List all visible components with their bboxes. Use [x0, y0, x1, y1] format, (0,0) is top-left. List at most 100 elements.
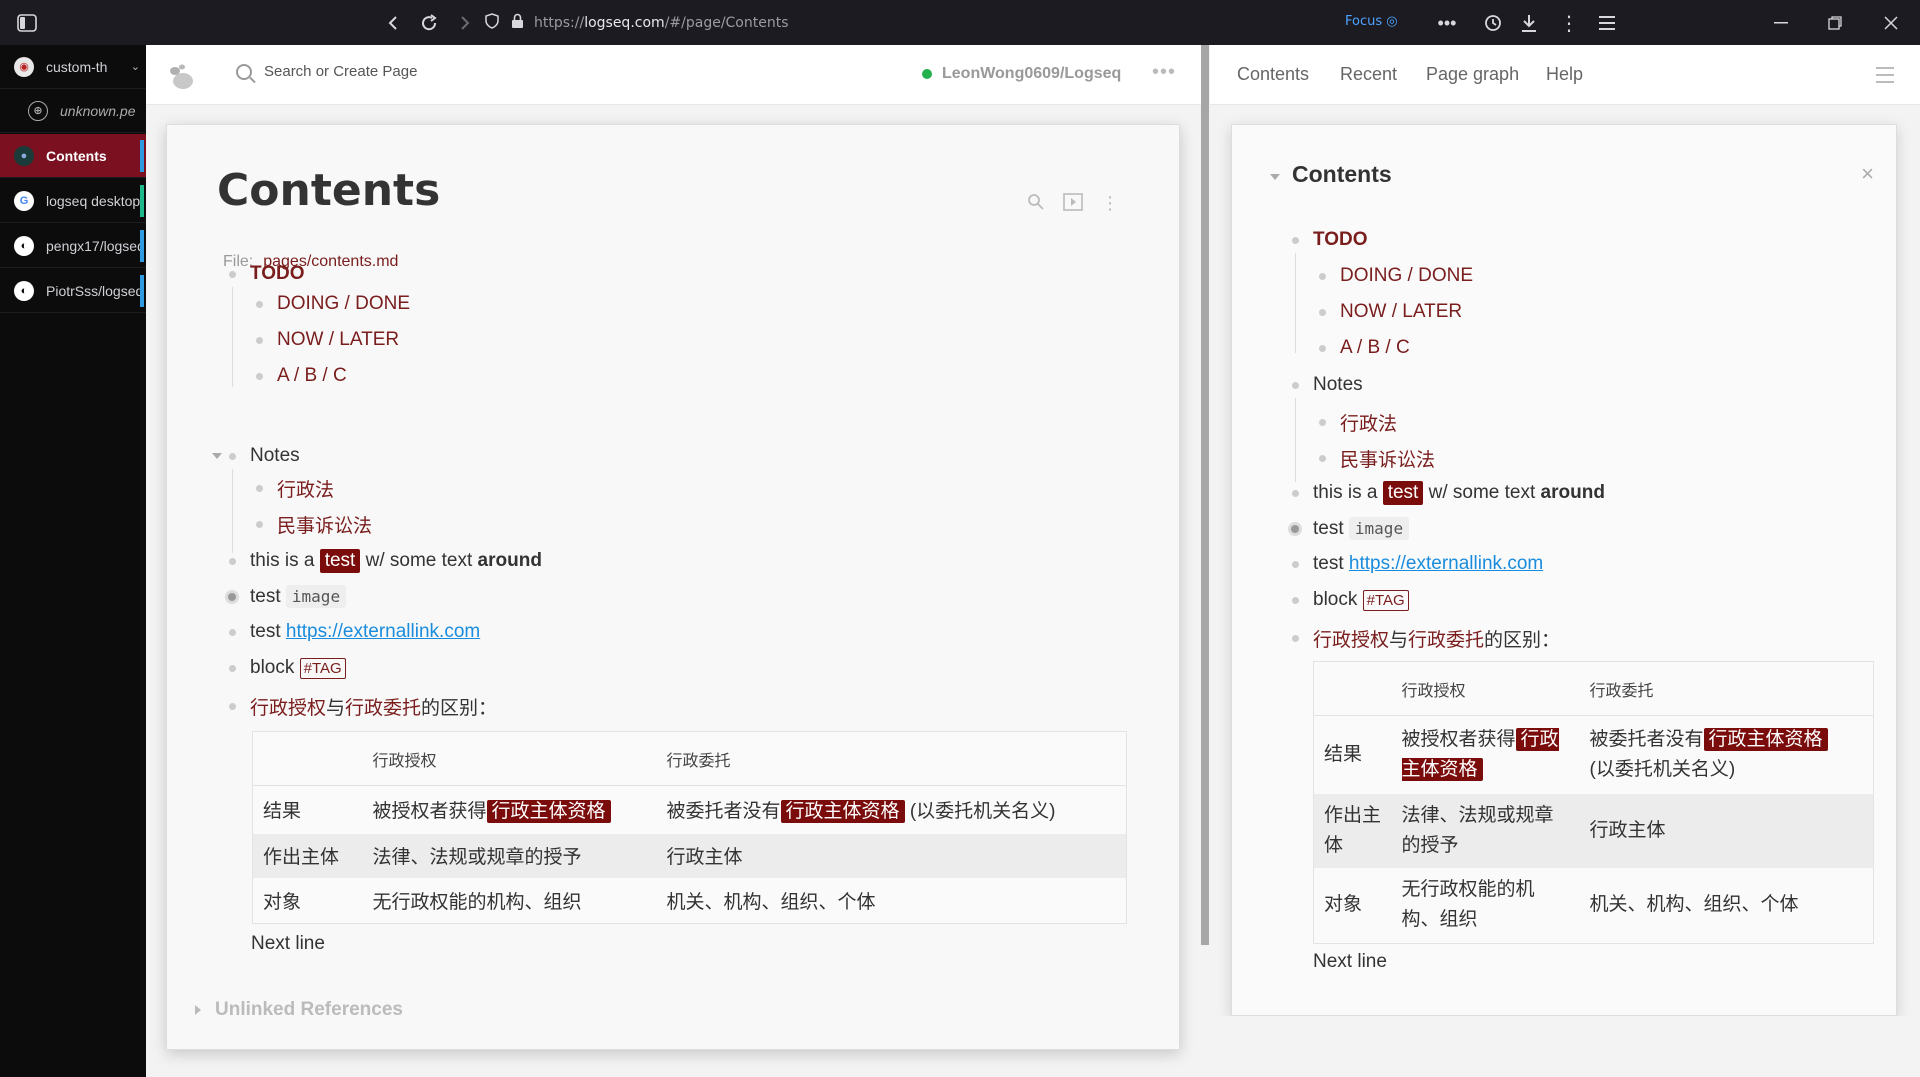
sidebar-page-title[interactable]: Contents — [1292, 161, 1392, 188]
block-now-later[interactable]: NOW / LATER — [1319, 301, 1462, 323]
block-notes[interactable]: Notes — [1292, 374, 1363, 396]
external-link[interactable]: https://externallink.com — [286, 621, 480, 643]
page-ref[interactable]: DOING / DONE — [277, 293, 410, 315]
focus-button[interactable]: Focus ◎ — [1345, 14, 1398, 29]
page-ref[interactable]: 民事诉讼法 — [277, 511, 372, 538]
page-ref[interactable]: A / B / C — [277, 365, 347, 387]
block-doing-done[interactable]: DOING / DONE — [256, 293, 410, 315]
chevron-down-icon[interactable]: ⌄ — [131, 60, 140, 73]
collapse-arrow-icon[interactable] — [212, 453, 222, 459]
bullet-icon[interactable] — [256, 485, 263, 492]
page-ref[interactable]: A / B / C — [1340, 337, 1410, 359]
bullet-icon[interactable] — [229, 452, 236, 460]
page-ref[interactable]: 行政委托 — [345, 693, 421, 720]
download-icon[interactable] — [1514, 8, 1544, 38]
bullet-icon[interactable] — [229, 270, 236, 278]
block-diff[interactable]: 行政授权与行政委托 的区别： — [229, 693, 497, 720]
block-abc[interactable]: A / B / C — [256, 365, 347, 387]
block-link[interactable]: test https://externallink.com — [1292, 553, 1543, 575]
block-notes[interactable]: Notes — [229, 445, 300, 467]
block-next-line[interactable]: Next line — [251, 933, 325, 955]
collapsed-bullet-icon[interactable] — [1288, 521, 1302, 536]
bullet-icon[interactable] — [229, 557, 236, 565]
unlinked-references-toggle[interactable]: Unlinked References — [195, 999, 403, 1021]
tab-help[interactable]: Help — [1546, 64, 1583, 85]
block-link[interactable]: test https://externallink.com — [229, 621, 480, 643]
reload-icon[interactable] — [414, 8, 444, 38]
page-ref[interactable]: 行政法 — [1340, 409, 1397, 436]
forward-icon[interactable] — [450, 8, 480, 38]
block-todo[interactable]: TODO — [1292, 229, 1368, 251]
block-tag[interactable]: block #TAG — [1292, 589, 1409, 611]
page-title[interactable]: Contents — [217, 165, 440, 216]
block-note2[interactable]: 民事诉讼法 — [1319, 445, 1435, 472]
block-image[interactable]: test image — [1288, 517, 1410, 540]
block-tag[interactable]: block #TAG — [229, 657, 346, 679]
bullet-icon[interactable] — [1319, 344, 1326, 352]
scrollbar-thumb[interactable] — [1201, 45, 1209, 945]
sidebar-menu-icon[interactable] — [1876, 67, 1894, 88]
bullet-icon[interactable] — [256, 336, 263, 344]
hamburger-menu-icon[interactable] — [1592, 8, 1622, 38]
external-link[interactable]: https://externallink.com — [1349, 553, 1543, 575]
close-icon[interactable]: × — [1861, 161, 1874, 187]
bullet-icon[interactable] — [1319, 308, 1326, 316]
minimize-icon[interactable] — [1766, 8, 1796, 38]
todo-ref[interactable]: TODO — [250, 263, 305, 285]
bullet-icon[interactable] — [1292, 596, 1299, 604]
history-icon[interactable] — [1478, 8, 1508, 38]
tab-recent[interactable]: Recent — [1340, 64, 1397, 85]
shield-icon[interactable] — [485, 13, 499, 33]
tab-logseq-desktop[interactable]: G logseq desktop — [0, 179, 146, 223]
bullet-icon[interactable] — [1292, 560, 1299, 568]
bullet-icon[interactable] — [1292, 489, 1299, 497]
search-box[interactable]: Search or Create Page — [236, 63, 417, 80]
bullet-icon[interactable] — [256, 300, 263, 308]
bullet-icon[interactable] — [1292, 381, 1299, 389]
tab-contents[interactable]: Contents — [1237, 64, 1309, 85]
back-icon[interactable] — [378, 8, 408, 38]
pane-splitter[interactable] — [1201, 45, 1210, 1077]
bullet-icon[interactable] — [1319, 419, 1326, 426]
block-now-later[interactable]: NOW / LATER — [256, 329, 399, 351]
tab-custom-theme[interactable]: ◉ custom-th ⌄ — [0, 45, 146, 89]
page-ref[interactable]: 行政授权 — [1313, 625, 1389, 652]
block-highlight[interactable]: this is a test w/ some text around — [1292, 481, 1605, 505]
bullet-icon[interactable] — [256, 521, 263, 528]
tag-ref[interactable]: #TAG — [1362, 589, 1409, 611]
block-note1[interactable]: 行政法 — [1319, 409, 1397, 436]
page-ref[interactable]: 行政委托 — [1408, 625, 1484, 652]
presentation-icon[interactable] — [1063, 193, 1083, 216]
block-diff[interactable]: 行政授权与行政委托 的区别： — [1292, 625, 1560, 652]
tab-unknown[interactable]: ⊕ unknown.pe — [0, 89, 146, 133]
collapsed-bullet-icon[interactable] — [225, 589, 239, 604]
page-ref[interactable]: NOW / LATER — [277, 329, 399, 351]
page-ref[interactable]: 行政法 — [277, 475, 334, 502]
block-abc[interactable]: A / B / C — [1319, 337, 1410, 359]
kebab-menu-icon[interactable]: ⋮ — [1554, 8, 1584, 38]
collapse-arrow-icon[interactable] — [1270, 174, 1280, 180]
url-bar[interactable]: https://logseq.com/#/page/Contents — [485, 8, 1485, 38]
restore-icon[interactable] — [1820, 8, 1850, 38]
bullet-icon[interactable] — [229, 664, 236, 672]
search-in-page-icon[interactable] — [1027, 193, 1045, 216]
bullet-icon[interactable] — [1292, 635, 1299, 642]
bullet-icon[interactable] — [256, 372, 263, 380]
page-menu-icon[interactable]: ⋮ — [1101, 193, 1119, 216]
page-ref[interactable]: DOING / DONE — [1340, 265, 1473, 287]
repo-link[interactable]: LeonWong0609/Logseq — [922, 65, 1121, 83]
block-note1[interactable]: 行政法 — [256, 475, 334, 502]
block-next-line[interactable]: Next line — [1313, 951, 1387, 973]
block-highlight[interactable]: this is a test w/ some text around — [229, 549, 542, 573]
bullet-icon[interactable] — [229, 628, 236, 636]
bullet-icon[interactable] — [1292, 236, 1299, 244]
bullet-icon[interactable] — [229, 703, 236, 710]
tag-ref[interactable]: #TAG — [299, 657, 346, 679]
page-ref[interactable]: 民事诉讼法 — [1340, 445, 1435, 472]
bullet-icon[interactable] — [1319, 272, 1326, 280]
page-ref[interactable]: NOW / LATER — [1340, 301, 1462, 323]
tab-page-graph[interactable]: Page graph — [1426, 64, 1519, 85]
overflow-icon[interactable]: ••• — [1432, 8, 1462, 38]
tab-contents[interactable]: ● Contents — [0, 134, 146, 178]
page-ref[interactable]: 行政授权 — [250, 693, 326, 720]
